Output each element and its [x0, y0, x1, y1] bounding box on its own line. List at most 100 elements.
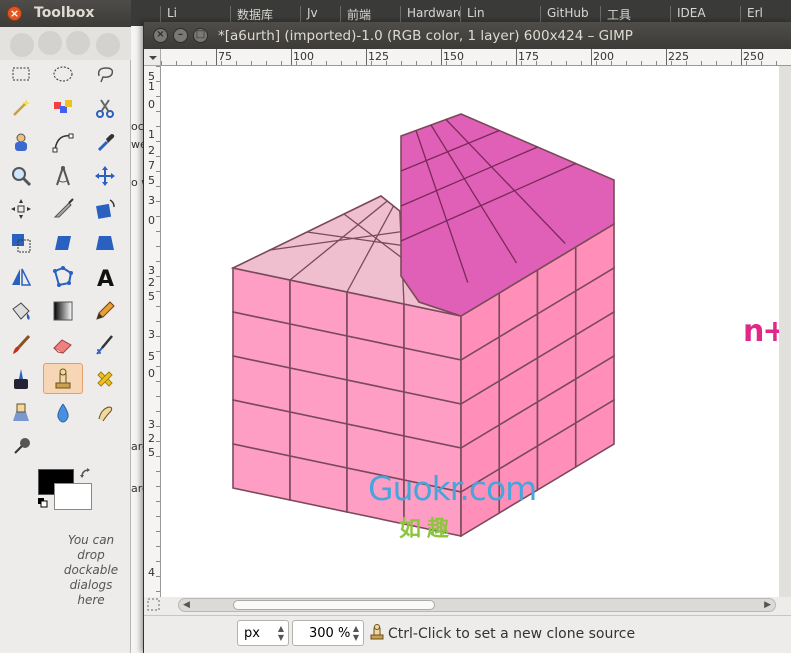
tool-foreground-select[interactable]	[1, 126, 41, 157]
background-text-fragment: aro	[131, 440, 143, 453]
ruler-tick-label: 2	[148, 432, 155, 445]
tool-heal[interactable]	[85, 363, 125, 394]
vertical-scrollbar[interactable]	[779, 66, 791, 601]
ruler-minor-tick	[671, 61, 672, 65]
ruler-tick-label: 3	[148, 194, 155, 207]
tool-rect-select[interactable]	[1, 58, 41, 89]
tool-smudge[interactable]	[85, 397, 125, 428]
tool-move[interactable]	[85, 160, 125, 191]
tool-perspective[interactable]	[85, 227, 125, 258]
heal-icon	[97, 370, 113, 387]
cube-image	[230, 113, 615, 538]
tool-rotate[interactable]	[85, 193, 125, 224]
watermark-subtext: 如趣	[399, 517, 456, 542]
wilber-drop-area[interactable]	[0, 27, 131, 60]
tool-eraser[interactable]	[43, 329, 83, 360]
tool-zoom[interactable]	[1, 160, 41, 191]
tool-measure[interactable]	[43, 160, 83, 191]
tool-paintbrush[interactable]	[1, 329, 41, 360]
tool-airbrush[interactable]	[85, 329, 125, 360]
tool-flip[interactable]	[1, 261, 41, 292]
water-drop-icon	[57, 403, 69, 423]
scroll-left-icon[interactable]: ◀	[183, 600, 190, 610]
reset-colors-icon[interactable]	[38, 498, 48, 508]
ruler-tick-label: 5	[148, 350, 155, 363]
tool-ink[interactable]	[1, 363, 41, 394]
tool-pencil[interactable]	[85, 295, 125, 326]
tool-free-select[interactable]	[85, 58, 125, 89]
lasso-icon	[97, 66, 114, 82]
background-text-fragment: o w	[131, 176, 143, 189]
unit-select[interactable]: px ▲ ▼	[237, 620, 289, 646]
background-text-fragment: aro	[131, 482, 143, 495]
tool-scissors-select[interactable]	[85, 92, 125, 123]
vertical-ruler[interactable]: 5101275303253503254	[144, 66, 161, 601]
tool-scale[interactable]	[1, 227, 41, 258]
scroll-right-icon[interactable]: ▶	[764, 600, 771, 610]
gradient-icon	[53, 301, 73, 320]
airbrush-icon	[96, 334, 113, 355]
ruler-minor-tick	[326, 61, 327, 65]
ruler-tick-label: 3	[148, 418, 155, 431]
close-icon[interactable]: ×	[7, 6, 22, 21]
ruler-minor-tick	[281, 61, 282, 65]
navigate-icon[interactable]	[147, 598, 160, 611]
swap-colors-icon[interactable]	[79, 467, 93, 481]
compass-icon	[56, 165, 70, 185]
tool-shear[interactable]	[43, 227, 83, 258]
tool-blur-sharpen[interactable]	[43, 397, 83, 428]
tool-dodge-burn[interactable]	[1, 431, 41, 462]
toolbox-titlebar[interactable]: × Toolbox	[0, 0, 131, 27]
color-select-icon	[54, 99, 72, 113]
magic-wand-icon	[13, 98, 30, 116]
align-icon	[11, 198, 31, 219]
ruler-minor-tick	[506, 61, 507, 65]
ruler-minor-tick	[156, 426, 160, 427]
watermark-text: Guokr.com	[368, 469, 537, 508]
tool-crop[interactable]	[43, 193, 83, 224]
ruler-minor-tick	[761, 61, 762, 65]
tool-select-by-color[interactable]	[43, 92, 83, 123]
scale-icon	[12, 233, 31, 252]
ruler-minor-tick	[156, 336, 160, 337]
tool-ellipse-select[interactable]	[43, 58, 83, 89]
zoom-select[interactable]: 300 % ▲ ▼	[292, 620, 364, 646]
ruler-minor-tick	[626, 61, 627, 65]
image-canvas[interactable]: Guokr.com 如趣 n+	[161, 66, 779, 601]
ruler-minor-tick	[156, 561, 160, 562]
ruler-minor-tick	[156, 576, 160, 577]
tool-paths[interactable]	[43, 126, 83, 157]
minimize-window-icon[interactable]: –	[173, 28, 188, 43]
tool-clone[interactable]	[43, 363, 83, 394]
tool-text[interactable]: A	[85, 261, 125, 292]
paths-icon	[52, 133, 74, 152]
clone-stamp-icon	[370, 624, 384, 640]
tool-blend[interactable]	[43, 295, 83, 326]
image-window: × – □ *[a6urth] (imported)-1.0 (RGB colo…	[143, 22, 791, 653]
tool-color-picker[interactable]	[85, 126, 125, 157]
scissors-icon	[96, 98, 114, 118]
ellipse-select-icon	[53, 66, 73, 81]
ruler-minor-tick	[156, 66, 160, 67]
tool-cage-transform[interactable]	[43, 261, 83, 292]
image-window-titlebar[interactable]: × – □ *[a6urth] (imported)-1.0 (RGB colo…	[144, 22, 791, 49]
quick-mask-menu-button[interactable]	[144, 49, 161, 66]
horizontal-scrollbar[interactable]: ◀ ▶	[178, 598, 776, 612]
maximize-window-icon[interactable]: □	[193, 28, 208, 43]
ruler-minor-tick	[156, 321, 160, 322]
chevron-updown-icon: ▲ ▼	[352, 624, 359, 642]
horizontal-scroll-thumb[interactable]	[233, 600, 435, 610]
tool-align[interactable]	[1, 193, 41, 224]
ruler-tick-label: 1	[148, 128, 155, 141]
move-arrows-icon	[95, 165, 115, 186]
tool-bucket-fill[interactable]	[1, 295, 41, 326]
ruler-tick	[666, 49, 667, 65]
tool-fuzzy-select[interactable]	[1, 92, 41, 123]
cage-icon	[53, 265, 73, 287]
close-window-icon[interactable]: ×	[153, 28, 168, 43]
ruler-tick-label: 2	[148, 144, 155, 157]
background-color-swatch[interactable]	[54, 483, 92, 510]
horizontal-ruler[interactable]: 75 100 125 150 175 200 225 250	[161, 49, 791, 66]
ruler-minor-tick	[296, 61, 297, 65]
tool-perspective-clone[interactable]	[1, 397, 41, 428]
